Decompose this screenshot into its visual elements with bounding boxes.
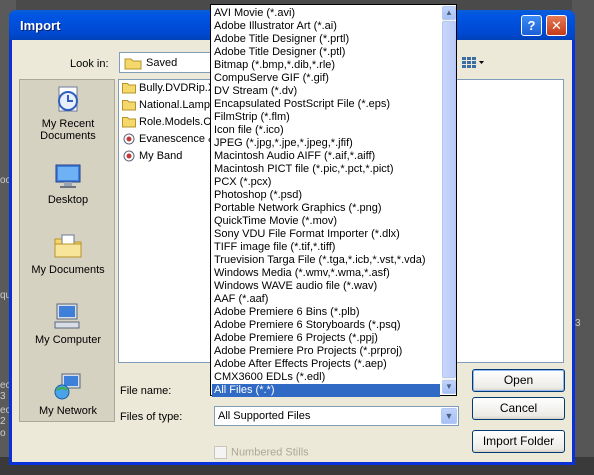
folder-icon xyxy=(124,58,142,70)
place-label: My Documents xyxy=(31,264,105,276)
look-in-label: Look in: xyxy=(70,58,109,70)
dropdown-option[interactable]: Adobe Illustrator Art (*.ai) xyxy=(212,20,440,33)
scroll-up-icon[interactable]: ▲ xyxy=(442,6,456,20)
list-item[interactable]: My Band xyxy=(122,150,182,166)
file-name: Role.Models.CA xyxy=(139,116,219,129)
dropdown-option[interactable]: FilmStrip (*.flm) xyxy=(212,111,440,124)
file-type-dropdown-list[interactable]: AVI Movie (*.avi) Adobe Illustrator Art … xyxy=(210,4,457,397)
dropdown-option[interactable]: Icon file (*.ico) xyxy=(212,124,440,137)
background-right-panel: 3 xyxy=(572,0,594,475)
open-button[interactable]: Open xyxy=(472,369,565,392)
view-menu-button[interactable] xyxy=(460,52,488,73)
dropdown-option[interactable]: Windows WAVE audio file (*.wav) xyxy=(212,280,440,293)
place-label: My Recent Documents xyxy=(40,118,96,142)
dropdown-option[interactable]: CompuServe GIF (*.gif) xyxy=(212,72,440,85)
dropdown-option[interactable]: JPEG (*.jpg,*.jpe,*.jpeg,*.jfif) xyxy=(212,137,440,150)
dropdown-option[interactable]: TIFF image file (*.tif,*.tiff) xyxy=(212,241,440,254)
dropdown-option[interactable]: AVI Movie (*.avi) xyxy=(212,7,440,20)
place-label: My Computer xyxy=(34,334,102,346)
dropdown-option[interactable]: Macintosh Audio AIFF (*.aif,*.aiff) xyxy=(212,150,440,163)
files-of-type-value: All Supported Files xyxy=(218,410,311,422)
places-bar: My Recent Documents Desktop My Documents xyxy=(19,79,115,422)
file-name: Bully.DVDRip.Xv xyxy=(139,82,221,95)
folder-icon xyxy=(122,83,136,94)
cancel-button[interactable]: Cancel xyxy=(472,397,565,420)
dropdown-option[interactable]: Adobe Title Designer (*.prtl) xyxy=(212,33,440,46)
list-item[interactable]: National.Lampoo xyxy=(122,99,222,115)
place-desktop[interactable]: Desktop xyxy=(20,160,116,206)
dropdown-option[interactable]: QuickTime Movie (*.mov) xyxy=(212,215,440,228)
dialog-title: Import xyxy=(20,18,61,33)
dropdown-option[interactable]: Truevision Targa File (*.tga,*.icb,*.vst… xyxy=(212,254,440,267)
file-name-label: File name: xyxy=(120,385,172,397)
checkbox-box xyxy=(214,446,227,459)
list-item[interactable]: Bully.DVDRip.Xv xyxy=(122,82,221,98)
dropdown-option[interactable]: Adobe Premiere 6 Storyboards (*.psq) xyxy=(212,319,440,332)
numbered-stills-label: Numbered Stills xyxy=(231,446,309,459)
dropdown-option[interactable]: DV Stream (*.dv) xyxy=(212,85,440,98)
dropdown-option[interactable]: Adobe Premiere 6 Projects (*.ppj) xyxy=(212,332,440,345)
chevron-down-icon[interactable]: ▼ xyxy=(441,408,457,424)
list-item[interactable]: Role.Models.CA xyxy=(122,116,218,132)
look-in-value: Saved xyxy=(146,57,178,69)
dropdown-option[interactable]: Bitmap (*.bmp,*.dib,*.rle) xyxy=(212,59,440,72)
numbered-stills-checkbox[interactable]: Numbered Stills xyxy=(214,446,309,459)
place-my-computer[interactable]: My Computer xyxy=(20,300,116,346)
my-network-icon xyxy=(54,373,81,400)
background-text: 3 xyxy=(575,318,581,329)
media-file-icon xyxy=(123,150,135,162)
dropdown-option[interactable]: Adobe After Effects Projects (*.aep) xyxy=(212,358,440,371)
place-recent-documents[interactable]: My Recent Documents xyxy=(20,84,116,142)
media-file-icon xyxy=(123,133,135,145)
place-my-documents[interactable]: My Documents xyxy=(20,230,116,276)
dropdown-option[interactable]: Macintosh PICT file (*.pic,*.pct,*.pict) xyxy=(212,163,440,176)
close-button[interactable]: ✕ xyxy=(546,15,567,36)
view-menu-icon xyxy=(462,57,484,68)
scrollbar-thumb[interactable] xyxy=(442,21,456,378)
dropdown-option[interactable]: Windows Media (*.wmv,*.wma,*.asf) xyxy=(212,267,440,280)
dropdown-option[interactable]: Adobe Premiere Pro Projects (*.prproj) xyxy=(212,345,440,358)
dropdown-option[interactable]: Encapsulated PostScript File (*.eps) xyxy=(212,98,440,111)
scroll-down-icon[interactable]: ▼ xyxy=(442,380,456,394)
file-name: Evanescence & xyxy=(139,133,216,146)
dropdown-option[interactable]: Adobe Title Designer (*.ptl) xyxy=(212,46,440,59)
dropdown-option[interactable]: Sony VDU File Format Importer (*.dlx) xyxy=(212,228,440,241)
dropdown-option[interactable]: PCX (*.pcx) xyxy=(212,176,440,189)
place-my-network[interactable]: My Network xyxy=(20,371,116,417)
recent-documents-icon xyxy=(58,86,78,112)
folder-icon xyxy=(122,117,136,128)
close-icon: ✕ xyxy=(551,18,562,33)
my-documents-icon xyxy=(54,234,82,258)
dropdown-option-selected[interactable]: All Files (*.*) xyxy=(212,384,440,397)
file-name: My Band xyxy=(139,150,183,163)
help-icon: ? xyxy=(527,18,536,33)
files-of-type-label: Files of type: xyxy=(120,411,183,423)
import-folder-button[interactable]: Import Folder xyxy=(472,430,565,453)
place-label: My Network xyxy=(38,405,98,417)
place-label: Desktop xyxy=(47,194,89,206)
dropdown-option[interactable]: AAF (*.aaf) xyxy=(212,293,440,306)
help-button[interactable]: ? xyxy=(521,15,542,36)
dropdown-option[interactable]: CMX3600 EDLs (*.edl) xyxy=(212,371,440,384)
dropdown-scrollbar[interactable]: ▲ ▼ xyxy=(442,6,456,394)
my-computer-icon xyxy=(54,303,80,329)
desktop-icon xyxy=(55,164,81,188)
dropdown-option[interactable]: Adobe Premiere 6 Bins (*.plb) xyxy=(212,306,440,319)
list-item[interactable]: Evanescence & xyxy=(122,133,215,149)
folder-icon xyxy=(122,100,136,111)
dropdown-option[interactable]: Photoshop (*.psd) xyxy=(212,189,440,202)
files-of-type-combo[interactable]: All Supported Files ▼ xyxy=(214,406,459,426)
dropdown-option[interactable]: Portable Network Graphics (*.png) xyxy=(212,202,440,215)
